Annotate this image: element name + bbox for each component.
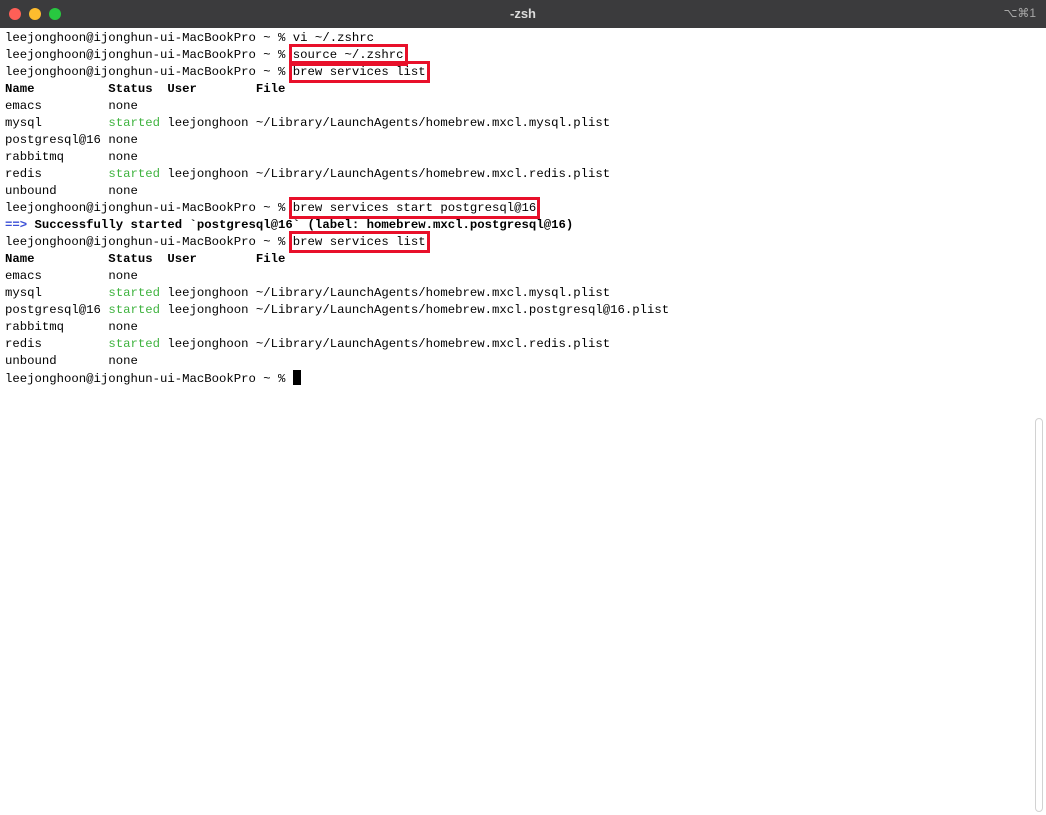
success-arrow: ==> (5, 218, 28, 232)
table-row: emacs none (5, 268, 1032, 285)
service-name: unbound (5, 184, 109, 198)
terminal-line: leejonghoon@ijonghun-ui-MacBookPro ~ % b… (5, 231, 1032, 253)
shell-prompt: leejonghoon@ijonghun-ui-MacBookPro ~ % (5, 65, 293, 79)
command-source: source ~/.zshrc (288, 44, 408, 66)
shell-prompt: leejonghoon@ijonghun-ui-MacBookPro ~ % (5, 48, 293, 62)
success-message: Successfully started `postgresql@16` (la… (27, 218, 574, 232)
service-status: none (108, 320, 138, 334)
service-status: none (108, 133, 138, 147)
table-row: emacs none (5, 98, 1032, 115)
vertical-scrollbar[interactable] (1035, 418, 1043, 812)
service-details: leejonghoon ~/Library/LaunchAgents/homeb… (159, 303, 670, 317)
service-status: none (108, 269, 138, 283)
service-name: rabbitmq (5, 320, 109, 334)
terminal-output[interactable]: leejonghoon@ijonghun-ui-MacBookPro ~ % v… (0, 28, 1032, 815)
service-name: redis (5, 337, 109, 351)
service-status: started (108, 116, 160, 130)
shell-prompt: leejonghoon@ijonghun-ui-MacBookPro ~ % (5, 201, 293, 215)
service-status: none (108, 184, 138, 198)
table-row: unbound none (5, 353, 1032, 370)
service-status: none (108, 150, 138, 164)
table-header: Name Status User File (5, 252, 286, 266)
shell-prompt: leejonghoon@ijonghun-ui-MacBookPro ~ % (5, 235, 293, 249)
window-title: -zsh (510, 6, 536, 21)
table-header: Name Status User File (5, 82, 286, 96)
service-status: none (108, 99, 138, 113)
service-details: leejonghoon ~/Library/LaunchAgents/homeb… (159, 337, 611, 351)
service-details: leejonghoon ~/Library/LaunchAgents/homeb… (159, 167, 611, 181)
table-row: rabbitmq none (5, 149, 1032, 166)
window-shortcut-label: ⌥⌘1 (1003, 6, 1036, 20)
table-row: redis started leejonghoon ~/Library/Laun… (5, 166, 1032, 183)
terminal-line: leejonghoon@ijonghun-ui-MacBookPro ~ % (5, 370, 1032, 387)
terminal-line: leejonghoon@ijonghun-ui-MacBookPro ~ % s… (5, 44, 1032, 66)
terminal-line: leejonghoon@ijonghun-ui-MacBookPro ~ % b… (5, 61, 1032, 83)
table-row: mysql started leejonghoon ~/Library/Laun… (5, 115, 1032, 132)
text-cursor[interactable] (292, 370, 301, 385)
service-name: postgresql@16 (5, 303, 109, 317)
table-row: rabbitmq none (5, 319, 1032, 336)
command-vi: vi ~/.zshrc (292, 31, 374, 45)
table-row: mysql started leejonghoon ~/Library/Laun… (5, 285, 1032, 302)
table-row: postgresql@16 started leejonghoon ~/Libr… (5, 302, 1032, 319)
service-name: rabbitmq (5, 150, 109, 164)
service-details: leejonghoon ~/Library/LaunchAgents/homeb… (159, 286, 611, 300)
service-details: leejonghoon ~/Library/LaunchAgents/homeb… (159, 116, 611, 130)
service-name: mysql (5, 286, 109, 300)
terminal-window: -zsh ⌥⌘1 leejonghoon@ijonghun-ui-MacBook… (0, 0, 1046, 815)
service-name: unbound (5, 354, 109, 368)
service-name: mysql (5, 116, 109, 130)
service-status: none (108, 354, 138, 368)
service-name: postgresql@16 (5, 133, 109, 147)
terminal-line: leejonghoon@ijonghun-ui-MacBookPro ~ % v… (5, 30, 1032, 47)
service-name: emacs (5, 99, 109, 113)
service-status: started (108, 286, 160, 300)
service-status: started (108, 337, 160, 351)
terminal-line: leejonghoon@ijonghun-ui-MacBookPro ~ % b… (5, 197, 1032, 219)
command-services-list-2: brew services list (288, 231, 430, 253)
table-row: postgresql@16 none (5, 132, 1032, 149)
service-name: redis (5, 167, 109, 181)
shell-prompt: leejonghoon@ijonghun-ui-MacBookPro ~ % (5, 31, 293, 45)
command-services-start: brew services start postgresql@16 (288, 197, 541, 219)
success-line: ==> Successfully started `postgresql@16`… (5, 217, 1032, 234)
title-bar[interactable]: -zsh ⌥⌘1 (0, 0, 1046, 28)
service-name: emacs (5, 269, 109, 283)
command-services-list-1: brew services list (288, 61, 430, 83)
table-row: redis started leejonghoon ~/Library/Laun… (5, 336, 1032, 353)
service-status: started (108, 167, 160, 181)
table-row: unbound none (5, 183, 1032, 200)
shell-prompt: leejonghoon@ijonghun-ui-MacBookPro ~ % (5, 372, 293, 386)
service-status: started (108, 303, 160, 317)
